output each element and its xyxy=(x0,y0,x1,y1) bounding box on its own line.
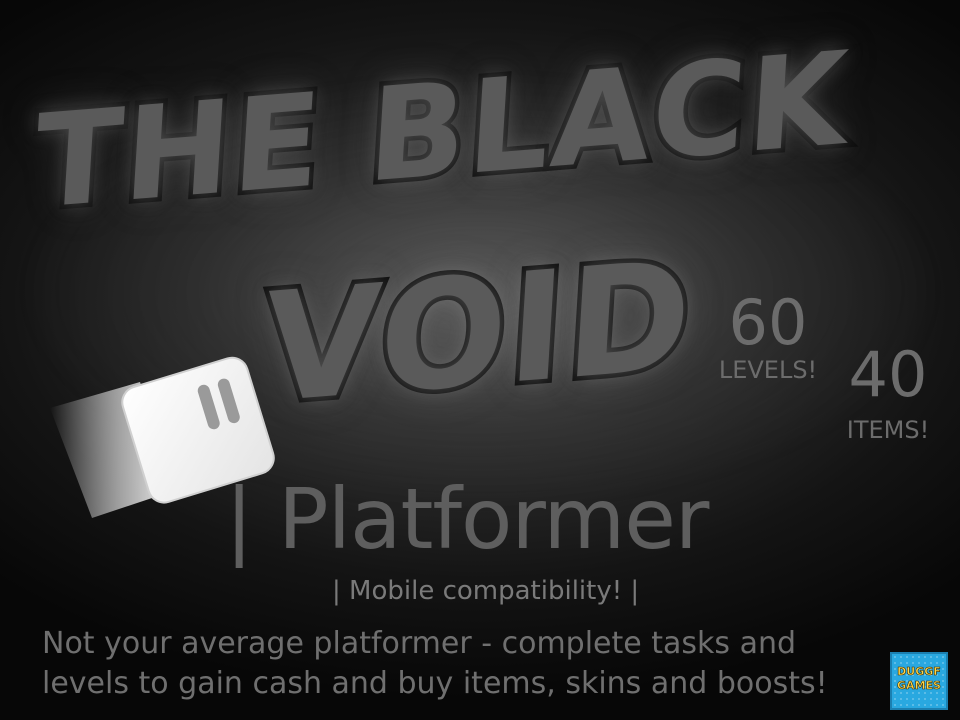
levels-label: LEVELS! xyxy=(718,356,818,384)
levels-count: 60 xyxy=(728,286,808,359)
description: Not your average platformer - complete t… xyxy=(42,624,892,704)
subtitle: | Platformer xyxy=(225,470,709,568)
description-line-1: Not your average platformer - complete t… xyxy=(42,626,797,661)
items-label: ITEMS! xyxy=(846,416,930,444)
studio-logo: DUGGF GAMES xyxy=(890,652,948,710)
title-line-2: VOID xyxy=(255,224,703,442)
description-line-2: levels to gain cash and buy items, skins… xyxy=(42,666,828,701)
game-thumbnail: THE BLACK VOID 60 LEVELS! 40 ITEMS! | Pl… xyxy=(0,0,960,720)
items-stat: 40 ITEMS! xyxy=(832,338,944,444)
logo-line-2: GAMES xyxy=(897,679,942,692)
mobile-compatibility-note: | Mobile compatibility! | xyxy=(332,576,640,606)
levels-stat: 60 LEVELS! xyxy=(708,286,828,384)
items-count: 40 xyxy=(848,338,928,411)
logo-line-1: DUGGF xyxy=(897,665,941,678)
